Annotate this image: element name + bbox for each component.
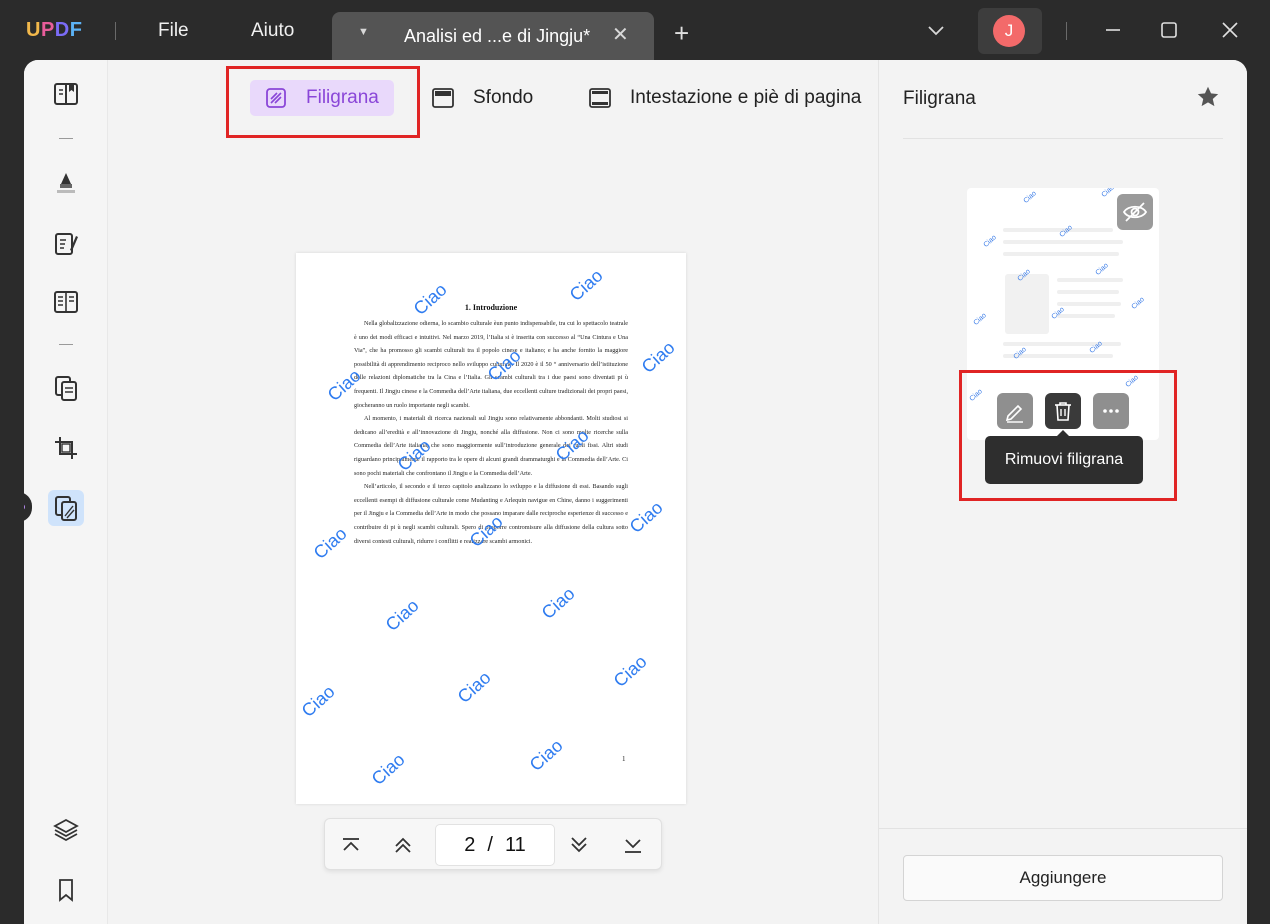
thumb-watermark: Ciao	[1100, 188, 1116, 199]
highlight-icon[interactable]	[48, 164, 84, 200]
background-icon	[432, 88, 454, 108]
current-page: 2	[464, 833, 476, 856]
document-area: Filigrana Sfondo Intestazione e piè di p…	[108, 60, 878, 924]
watermark: Ciao	[309, 523, 351, 563]
watermark: Ciao	[565, 265, 607, 305]
highlight-box	[226, 66, 420, 138]
tab-dropdown-icon[interactable]: ▼	[358, 26, 369, 38]
watermark: Ciao	[367, 749, 409, 789]
header-footer-button[interactable]: Intestazione e piè di pagina	[588, 80, 861, 116]
star-icon[interactable]	[1195, 84, 1221, 115]
thumb-line	[1003, 252, 1119, 256]
separator	[1066, 22, 1067, 40]
panel-footer: Aggiungere	[879, 828, 1247, 924]
last-page-icon[interactable]	[621, 833, 645, 857]
page-separator: /	[487, 833, 493, 856]
tab-title: Analisi ed ...e di Jingju*	[404, 26, 591, 46]
separator	[115, 22, 116, 40]
divider	[59, 344, 73, 345]
header-footer-label: Intestazione e piè di pagina	[630, 87, 862, 108]
panel-title: Filigrana	[903, 88, 976, 109]
document-tab[interactable]: ▼ Analisi ed ...e di Jingju* ✕	[332, 12, 654, 62]
thumb-line	[1057, 290, 1119, 294]
thumb-line	[1057, 278, 1123, 282]
reader-icon[interactable]	[48, 76, 84, 112]
page-navigator: 2 / 11	[324, 818, 662, 870]
menu-file[interactable]: File	[158, 20, 189, 42]
new-tab-icon[interactable]: +	[674, 20, 689, 46]
bookmark-icon[interactable]	[48, 872, 84, 908]
thumb-watermark: Ciao	[1130, 296, 1146, 311]
hide-watermark-button[interactable]	[1117, 194, 1153, 230]
thumb-watermark: Ciao	[1094, 262, 1110, 277]
watermark-panel: Filigrana Ciao Ciao Ciao Ciao Ciao Ciao …	[878, 60, 1247, 924]
layers-icon[interactable]	[48, 812, 84, 848]
close-window-icon[interactable]	[1218, 18, 1242, 47]
menu-aiuto[interactable]: Aiuto	[251, 20, 294, 42]
sidebar-collapse-handle[interactable]	[24, 492, 32, 522]
organize-pages-icon[interactable]	[48, 370, 84, 406]
watermark: Ciao	[609, 651, 651, 691]
first-page-icon[interactable]	[339, 833, 363, 857]
thumb-watermark: Ciao	[1022, 190, 1038, 205]
avatar: J	[993, 15, 1025, 47]
tab-close-icon[interactable]: ✕	[612, 22, 629, 47]
watermark: Ciao	[409, 279, 451, 319]
watermark: Ciao	[537, 583, 579, 623]
account-button[interactable]: J	[978, 8, 1042, 54]
thumb-line	[1003, 228, 1113, 232]
maximize-icon[interactable]	[1157, 18, 1181, 47]
updf-logo[interactable]: UPDF	[26, 19, 82, 42]
watermark: Ciao	[453, 667, 495, 707]
add-watermark-button[interactable]: Aggiungere	[903, 855, 1223, 901]
page-tools-icon[interactable]	[48, 490, 84, 526]
previous-page-icon[interactable]	[391, 833, 415, 857]
page-number: 1	[622, 755, 626, 763]
total-pages: 11	[504, 833, 526, 856]
app-window: Filigrana Sfondo Intestazione e piè di p…	[24, 60, 1247, 924]
thumb-watermark: Ciao	[982, 234, 998, 249]
eye-off-icon	[1122, 202, 1148, 222]
form-icon[interactable]	[48, 284, 84, 320]
title-bar: UPDF File Aiuto ▼ Analisi ed ...e di Jin…	[0, 0, 1270, 62]
watermark: Ciao	[381, 595, 423, 635]
watermark: Ciao	[525, 735, 567, 775]
watermark: Ciao	[297, 681, 339, 721]
edit-pdf-icon[interactable]	[48, 226, 84, 262]
watermark: Ciao	[625, 497, 667, 537]
page-number-input[interactable]: 2 / 11	[435, 824, 555, 866]
page-heading: 1. Introduzione	[464, 303, 518, 312]
sfondo-button[interactable]: Sfondo	[431, 80, 533, 116]
chevron-down-icon[interactable]	[926, 20, 946, 45]
thumb-line	[1003, 240, 1123, 244]
thumb-watermark: Ciao	[972, 312, 988, 327]
thumb-line	[1057, 314, 1115, 318]
watermark: Ciao	[637, 337, 679, 377]
next-page-icon[interactable]	[567, 833, 591, 857]
header-footer-icon	[589, 88, 611, 108]
thumb-image	[1005, 274, 1049, 334]
sfondo-label: Sfondo	[473, 87, 534, 108]
highlight-box	[959, 370, 1177, 501]
crop-icon[interactable]	[48, 430, 84, 466]
divider	[59, 138, 73, 139]
thumb-line	[1057, 302, 1121, 306]
left-sidebar	[24, 60, 108, 924]
pdf-page[interactable]: 1. Introduzione Nella globalizzazione od…	[296, 253, 686, 804]
minimize-icon[interactable]	[1101, 18, 1125, 47]
divider	[903, 138, 1223, 139]
